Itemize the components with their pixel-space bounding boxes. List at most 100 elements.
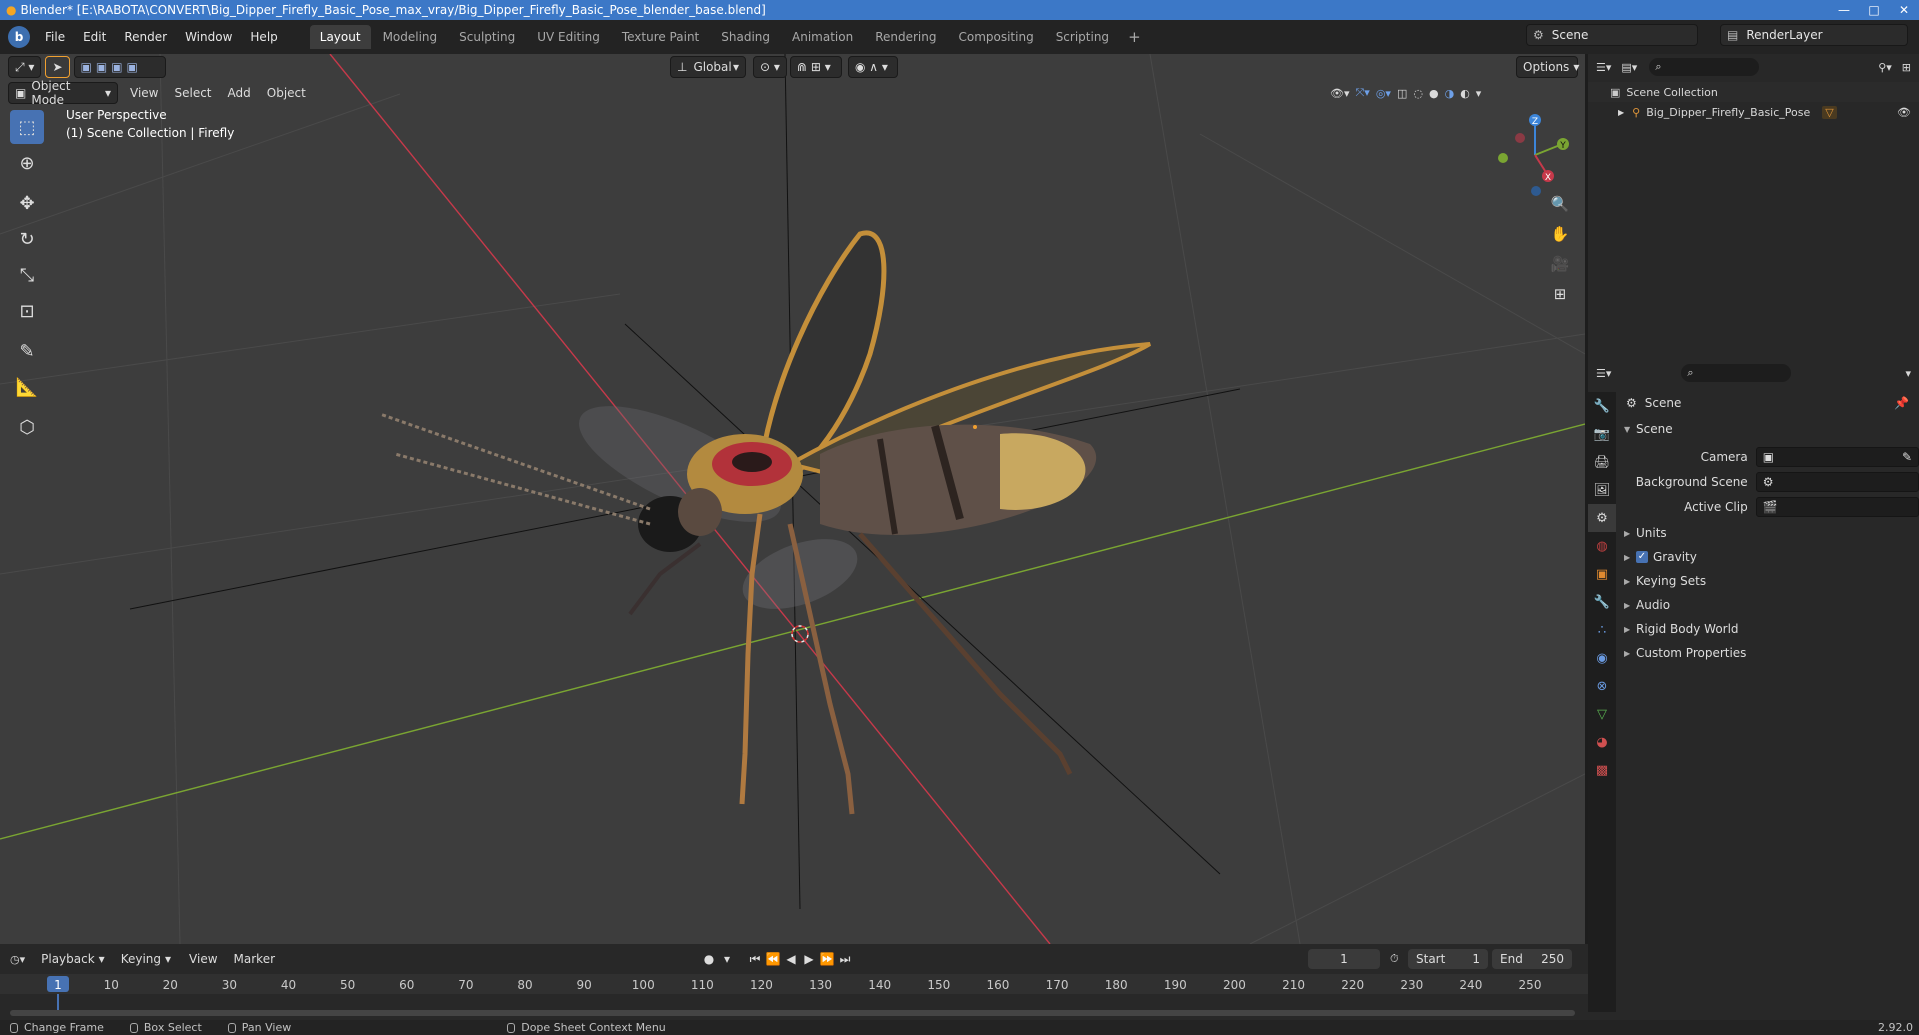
3d-viewport[interactable]: ⤢ ▾ ➤ ▣▣▣▣ ⊥ Global ▾ ⊙ ▾ ⋒ ⊞ ▾ ◉ ∧ ▾ Op… [0, 54, 1585, 944]
units-section[interactable]: ▶ Units [1624, 526, 1667, 540]
visibility-eye-icon[interactable]: 👁 [1897, 106, 1911, 119]
jump-start-icon[interactable]: ⏮ [746, 949, 764, 969]
output-tab-icon[interactable]: 🖨 [1588, 448, 1616, 476]
custom-properties-section[interactable]: ▶ Custom Properties [1624, 646, 1746, 660]
record-button[interactable]: ● [700, 949, 718, 969]
menu-add[interactable]: Add [220, 86, 259, 100]
chevron-down-icon[interactable]: ▾ [718, 949, 736, 969]
tab-compositing[interactable]: Compositing [948, 25, 1043, 49]
timeline-scrollbar[interactable] [10, 1010, 1575, 1016]
timeline-view-menu[interactable]: View [181, 952, 225, 966]
rendered-shading-icon[interactable]: ◐ [1460, 87, 1470, 100]
selection-mode-buttons[interactable]: ▣▣▣▣ [73, 56, 166, 78]
blender-logo-icon[interactable]: b [8, 26, 30, 48]
background-scene-field[interactable]: ⚙ [1755, 472, 1919, 492]
menu-file[interactable]: File [36, 20, 74, 54]
constraints-tab-icon[interactable]: ⊗ [1588, 672, 1616, 700]
minimize-button[interactable]: — [1829, 0, 1859, 20]
object-tab-icon[interactable]: ▣ [1588, 560, 1616, 588]
scene-panel-header[interactable]: ▼ Scene [1624, 422, 1673, 436]
solid-shading-icon[interactable]: ● [1429, 87, 1439, 100]
end-frame-field[interactable]: End 250 [1492, 949, 1572, 969]
cursor-tool-icon[interactable]: ⊕ [10, 146, 44, 180]
prev-keyframe-icon[interactable]: ⏪ [764, 949, 782, 969]
navigation-gizmo[interactable]: Z Y X [1490, 110, 1580, 200]
tab-animation[interactable]: Animation [782, 25, 863, 49]
current-frame-field[interactable]: 1 [1308, 949, 1380, 969]
outliner-search-input[interactable]: ⌕ [1649, 58, 1760, 76]
camera-field[interactable]: ▣ ✎ [1755, 447, 1919, 467]
active-clip-field[interactable]: 🎬 [1755, 497, 1919, 517]
mode-dropdown[interactable]: ▣ Object Mode ▾ [8, 79, 118, 107]
select-box-tool-icon[interactable]: ⬚ [10, 110, 44, 144]
world-tab-icon[interactable]: ◍ [1588, 532, 1616, 560]
transform-orientation-dropdown[interactable]: ⊥ Global ▾ [670, 56, 746, 78]
tool-tab-icon[interactable]: 🔧 [1588, 392, 1616, 420]
material-shading-icon[interactable]: ◑ [1445, 87, 1455, 100]
play-icon[interactable]: ▶ [800, 949, 818, 969]
stopwatch-icon[interactable]: ⏱ [1390, 952, 1399, 966]
snap-button[interactable]: ⋒ ⊞ ▾ [790, 56, 842, 78]
chevron-down-icon[interactable]: ▾ [1905, 367, 1911, 380]
frame-ruler[interactable]: 1 10 20 30 40 50 60 70 80 90 100 110 120 130 140 150 160… [0, 974, 1588, 994]
tab-uv-editing[interactable]: UV Editing [527, 25, 610, 49]
menu-select[interactable]: Select [166, 86, 219, 100]
playback-menu[interactable]: Playback ▾ [35, 948, 111, 970]
add-workspace-button[interactable]: + [1120, 28, 1149, 46]
physics-tab-icon[interactable]: ◉ [1588, 644, 1616, 672]
texture-tab-icon[interactable]: ▩ [1588, 756, 1616, 784]
select-mode-tool[interactable]: ➤ [45, 56, 70, 78]
menu-view[interactable]: View [122, 86, 166, 100]
wireframe-shading-icon[interactable]: ◌ [1413, 87, 1423, 100]
audio-section[interactable]: ▶ Audio [1624, 598, 1670, 612]
gizmo-toggle-icon[interactable]: ⤧▾ [1356, 86, 1370, 100]
options-dropdown[interactable]: Options ▾ [1516, 56, 1579, 78]
pan-hand-icon[interactable]: ✋ [1546, 220, 1574, 248]
gravity-section[interactable]: ▶ ✓ Gravity [1624, 550, 1697, 564]
menu-help[interactable]: Help [241, 20, 286, 54]
transform-tool-icon[interactable]: ⊡ [10, 294, 44, 328]
close-button[interactable]: ✕ [1889, 0, 1919, 20]
measure-tool-icon[interactable]: 📐 [10, 370, 44, 404]
editor-type-button[interactable]: ⤢ ▾ [8, 56, 42, 78]
chevron-down-icon[interactable]: ▾ [1476, 87, 1482, 100]
menu-render[interactable]: Render [115, 20, 176, 54]
add-cube-tool-icon[interactable]: ⬡ [10, 410, 44, 444]
tab-rendering[interactable]: Rendering [865, 25, 946, 49]
material-tab-icon[interactable]: ◕ [1588, 728, 1616, 756]
gravity-checkbox[interactable]: ✓ [1636, 551, 1648, 563]
proportional-edit-button[interactable]: ◉ ∧ ▾ [848, 56, 898, 78]
rigid-body-world-section[interactable]: ▶ Rigid Body World [1624, 622, 1739, 636]
scene-tab-icon[interactable]: ⚙ [1588, 504, 1616, 532]
marker-menu[interactable]: Marker [226, 952, 283, 966]
tab-shading[interactable]: Shading [711, 25, 780, 49]
xray-icon[interactable]: ◫ [1397, 87, 1407, 100]
pivot-point-button[interactable]: ⊙ ▾ [753, 56, 787, 78]
visibility-icon[interactable]: 👁▾ [1330, 87, 1350, 100]
maximize-button[interactable]: □ [1859, 0, 1889, 20]
camera-view-icon[interactable]: 🎥 [1546, 250, 1574, 278]
filter-icon[interactable]: ⚲▾ [1878, 61, 1892, 74]
outliner-editor-icon[interactable]: ☰▾ [1596, 61, 1611, 74]
eyedropper-icon[interactable]: ✎ [1902, 450, 1912, 464]
properties-search-input[interactable]: ⌕ [1681, 364, 1792, 382]
data-tab-icon[interactable]: ▽ [1588, 700, 1616, 728]
keying-menu[interactable]: Keying ▾ [115, 948, 177, 970]
particles-tab-icon[interactable]: ∴ [1588, 616, 1616, 644]
pin-icon[interactable]: 📌 [1894, 396, 1909, 410]
properties-editor-icon[interactable]: ☰▾ [1596, 367, 1611, 380]
ortho-grid-icon[interactable]: ⊞ [1546, 280, 1574, 308]
menu-object[interactable]: Object [259, 86, 314, 100]
firefly-model[interactable] [379, 230, 1152, 815]
tab-scripting[interactable]: Scripting [1046, 25, 1119, 49]
rotate-tool-icon[interactable]: ↻ [10, 222, 44, 256]
tab-modeling[interactable]: Modeling [373, 25, 448, 49]
start-frame-field[interactable]: Start 1 [1408, 949, 1488, 969]
play-reverse-icon[interactable]: ◀ [782, 949, 800, 969]
overlay-toggle-icon[interactable]: ◎▾ [1376, 87, 1391, 100]
view-layer-tab-icon[interactable]: 🖼 [1588, 476, 1616, 504]
jump-end-icon[interactable]: ⏭ [836, 949, 854, 969]
menu-window[interactable]: Window [176, 20, 241, 54]
annotate-tool-icon[interactable]: ✎ [10, 334, 44, 368]
new-collection-icon[interactable]: ⊞ [1902, 61, 1911, 74]
